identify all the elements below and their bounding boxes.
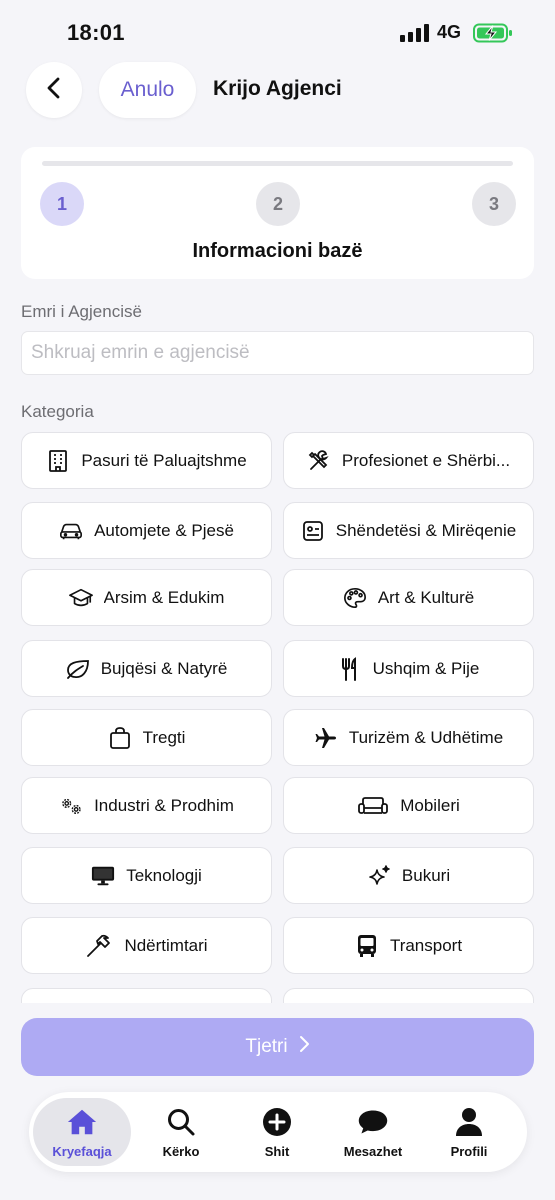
tab-messages[interactable]: Mesazhet bbox=[324, 1098, 422, 1166]
fork-knife-icon bbox=[338, 656, 362, 681]
category-construction[interactable]: Ndërtimtari bbox=[21, 917, 272, 974]
category-trade[interactable]: Tregti bbox=[21, 709, 272, 766]
sofa-icon bbox=[357, 794, 389, 818]
cancel-button[interactable]: Anulo bbox=[99, 62, 196, 118]
leaf-icon bbox=[66, 657, 90, 681]
network-type: 4G bbox=[437, 22, 462, 42]
category-furniture[interactable]: Mobileri bbox=[283, 777, 534, 834]
shopping-bag-icon bbox=[108, 726, 132, 750]
id-card-icon bbox=[301, 519, 325, 543]
tab-search[interactable]: Kërko bbox=[132, 1098, 230, 1166]
category-real-estate[interactable]: Pasuri të Paluajtshme bbox=[21, 432, 272, 489]
chat-bubble-icon bbox=[357, 1106, 389, 1138]
agency-name-input[interactable] bbox=[21, 331, 534, 375]
category-partial-right[interactable] bbox=[283, 988, 534, 1003]
tab-bar: Kryefaqja Kërko Shit Mesazhet Profili bbox=[29, 1092, 527, 1172]
next-button-label: Tjetri bbox=[245, 1036, 288, 1057]
bus-icon bbox=[355, 934, 379, 958]
building-icon bbox=[46, 449, 70, 473]
tab-sell[interactable]: Shit bbox=[228, 1098, 326, 1166]
category-art[interactable]: Art & Kulturë bbox=[283, 569, 534, 626]
category-partial-left[interactable] bbox=[21, 988, 272, 1003]
search-icon bbox=[165, 1106, 197, 1138]
person-icon bbox=[453, 1106, 485, 1138]
category-beauty[interactable]: Bukuri bbox=[283, 847, 534, 904]
category-transport[interactable]: Transport bbox=[283, 917, 534, 974]
monitor-icon bbox=[91, 864, 115, 888]
plus-circle-icon bbox=[261, 1106, 293, 1138]
chevron-right-icon bbox=[298, 1035, 310, 1059]
category-technology[interactable]: Teknologji bbox=[21, 847, 272, 904]
step-1: 1 bbox=[40, 182, 84, 226]
back-button[interactable] bbox=[26, 62, 82, 118]
category-health[interactable]: Shëndetësi & Mirëqenie bbox=[283, 502, 534, 559]
hammer-icon bbox=[85, 934, 113, 958]
signal-icon bbox=[400, 24, 430, 42]
status-time: 18:01 bbox=[67, 20, 125, 45]
car-icon bbox=[59, 519, 83, 543]
airplane-icon bbox=[314, 726, 338, 750]
category-label: Kategoria bbox=[21, 402, 94, 421]
progress-track bbox=[42, 161, 513, 166]
category-agriculture[interactable]: Bujqësi & Natyrë bbox=[21, 640, 272, 697]
step-2: 2 bbox=[256, 182, 300, 226]
battery-charging-icon bbox=[473, 23, 513, 43]
palette-icon bbox=[343, 586, 367, 610]
chevron-left-icon bbox=[45, 77, 63, 104]
agency-name-label: Emri i Agjencisë bbox=[21, 302, 142, 321]
page-title: Krijo Agjenci bbox=[213, 77, 342, 100]
home-icon bbox=[66, 1106, 98, 1138]
graduation-cap-icon bbox=[68, 586, 93, 610]
step-title: Informacioni bazë bbox=[192, 240, 363, 262]
category-tourism[interactable]: Turizëm & Udhëtime bbox=[283, 709, 534, 766]
next-button[interactable]: Tjetri bbox=[21, 1018, 534, 1076]
category-education[interactable]: Arsim & Edukim bbox=[21, 569, 272, 626]
gears-icon bbox=[59, 794, 83, 818]
tab-profile[interactable]: Profili bbox=[420, 1098, 518, 1166]
step-3: 3 bbox=[472, 182, 516, 226]
sparkles-icon bbox=[367, 864, 391, 888]
status-bar: 18:01 4G bbox=[0, 0, 555, 62]
tools-icon bbox=[307, 449, 331, 473]
stepper-card: 1 2 3 Informacioni bazë bbox=[21, 147, 534, 279]
category-industry[interactable]: Industri & Prodhim bbox=[21, 777, 272, 834]
category-food[interactable]: Ushqim & Pije bbox=[283, 640, 534, 697]
category-vehicles[interactable]: Automjete & Pjesë bbox=[21, 502, 272, 559]
tab-home[interactable]: Kryefaqja bbox=[33, 1098, 131, 1166]
category-list[interactable]: Pasuri të Paluajtshme Profesionet e Shër… bbox=[0, 430, 555, 1003]
category-professional-services[interactable]: Profesionet e Shërbi... bbox=[283, 432, 534, 489]
